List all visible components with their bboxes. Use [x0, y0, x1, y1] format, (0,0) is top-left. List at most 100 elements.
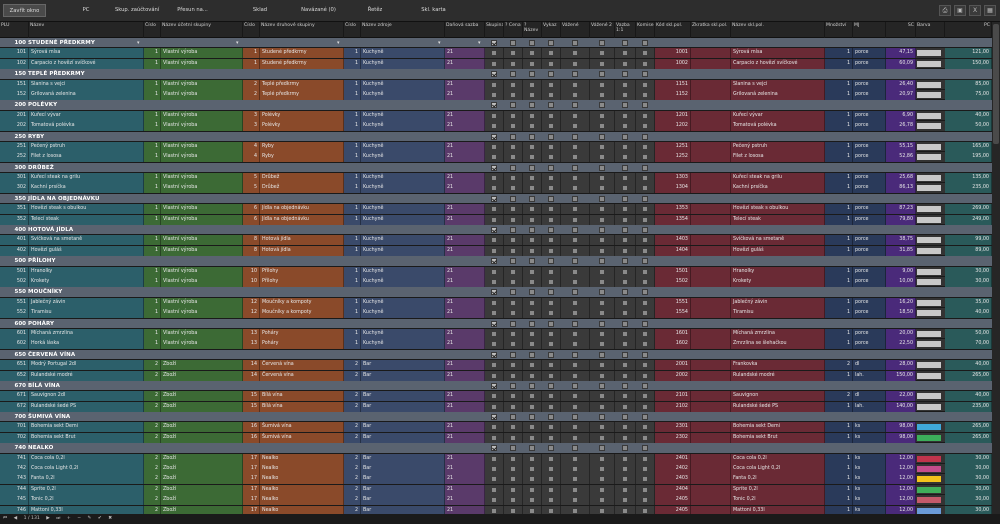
cell-pc[interactable]: 40,00 [945, 391, 992, 402]
cell-druh-no[interactable]: 17 [243, 474, 260, 485]
table-row[interactable]: 652 Rulandské modré 2 Zboží 14 Červená vína 2 B… [0, 370, 992, 381]
flag-checkbox[interactable] [491, 310, 497, 317]
column-header-zdroj-name[interactable]: Název zdroje [361, 22, 445, 38]
flag-checkbox[interactable] [572, 112, 578, 119]
cell-ucet-no[interactable]: 2 [144, 505, 161, 514]
cell-zdroj-no[interactable]: 1 [344, 339, 361, 350]
cell-stock-code[interactable]: 1502 [655, 276, 691, 287]
group-flag-checkbox[interactable] [642, 414, 648, 421]
cell-stock-name[interactable]: Pečený pstruh [731, 141, 825, 152]
cell-pc[interactable]: 269,00 [945, 204, 992, 215]
cell-pc[interactable]: 235,00 [945, 183, 992, 194]
cell-pc[interactable]: 50,00 [945, 121, 992, 132]
cell-druh-name[interactable]: Moučníky a kompoty [260, 297, 344, 308]
flag-checkbox[interactable] [642, 434, 648, 441]
group-row[interactable]: 650 ČERVENÁ VÍNA [0, 349, 992, 361]
group-flag-checkbox[interactable] [491, 445, 497, 452]
cell-zdroj-name[interactable]: Kuchyně [361, 48, 445, 59]
cell-stock-code[interactable]: 2101 [655, 391, 691, 402]
flag-checkbox[interactable] [548, 206, 554, 213]
cell-zdroj-no[interactable]: 2 [344, 453, 361, 464]
cell-ucet-no[interactable]: 1 [144, 328, 161, 339]
flag-checkbox[interactable] [491, 424, 497, 431]
flag-checkbox[interactable] [529, 362, 535, 369]
cell-ucet-name[interactable]: Vlastní výroba [161, 121, 243, 132]
column-header-zdroj-no[interactable]: Číslo [344, 22, 361, 38]
column-header-name[interactable]: Název [29, 22, 144, 38]
flag-checkbox[interactable] [642, 403, 648, 410]
group-row[interactable]: 740 NEALKO [0, 443, 992, 454]
flag-checkbox[interactable] [599, 175, 605, 182]
cell-sc[interactable]: 28,00 [886, 360, 916, 371]
cell-stock-name[interactable]: Grilovaná zelenina [731, 89, 825, 100]
flag-checkbox[interactable] [572, 466, 578, 473]
color-swatch[interactable] [916, 371, 942, 380]
cell-zdroj-no[interactable]: 1 [344, 173, 361, 184]
flag-checkbox[interactable] [529, 330, 535, 337]
cell-plu[interactable]: 151 [0, 79, 29, 90]
cell-zdroj-no[interactable]: 1 [344, 308, 361, 319]
cell-vat[interactable]: 21 [445, 89, 485, 100]
flag-checkbox[interactable] [642, 216, 648, 223]
cell-stock-name[interactable]: Carpacio z hovězí svíčkové [731, 58, 825, 69]
flag-checkbox[interactable] [642, 50, 648, 57]
cell-stock-code[interactable]: 2401 [655, 453, 691, 464]
flag-checkbox[interactable] [572, 455, 578, 462]
table-row[interactable]: 742 Coca cola Light 0,2l 2 Zboží 17 Nealko 2 Ba… [0, 464, 992, 475]
cell-zdroj-no[interactable]: 1 [344, 152, 361, 163]
cell-quantity[interactable]: 1 [825, 505, 853, 514]
cell-stock-name[interactable]: Hranolky [731, 266, 825, 277]
cell-name[interactable]: Svíčková na smetaně [29, 235, 144, 246]
flag-checkbox[interactable] [642, 466, 648, 473]
cell-zdroj-no[interactable]: 1 [344, 266, 361, 277]
flag-checkbox[interactable] [529, 216, 535, 223]
cell-zdroj-name[interactable]: Bar [361, 484, 445, 495]
flag-checkbox[interactable] [572, 247, 578, 254]
group-flag-checkbox[interactable] [622, 382, 628, 389]
flag-checkbox[interactable] [529, 81, 535, 88]
group-flag-checkbox[interactable] [642, 382, 648, 389]
cell-druh-no[interactable]: 5 [243, 183, 260, 194]
cell-unit[interactable]: lah. [853, 401, 886, 412]
flag-checkbox[interactable] [572, 341, 578, 348]
group-flag-checkbox[interactable] [529, 133, 535, 140]
group-flag-checkbox[interactable] [622, 40, 628, 46]
group-flag-checkbox[interactable] [572, 289, 578, 296]
column-header-unit[interactable]: MJ [853, 22, 886, 38]
group-flag-checkbox[interactable] [572, 445, 578, 452]
table-row[interactable]: 701 Bohemia sekt Demi 2 Zboží 16 Šumivá vína 2… [0, 422, 992, 433]
flag-checkbox[interactable] [622, 341, 628, 348]
flag-checkbox[interactable] [599, 424, 605, 431]
group-flag-checkbox[interactable] [510, 445, 516, 452]
column-header-druh-no[interactable]: Číslo [243, 22, 260, 38]
flag-checkbox[interactable] [510, 299, 516, 306]
color-swatch[interactable] [916, 340, 942, 349]
cell-stock-code[interactable]: 1403 [655, 235, 691, 246]
flag-checkbox[interactable] [599, 206, 605, 213]
cell-quantity[interactable]: 1 [825, 110, 853, 121]
cell-zdroj-no[interactable]: 1 [344, 214, 361, 225]
group-flag-checkbox[interactable] [642, 133, 648, 140]
flag-checkbox[interactable] [548, 341, 554, 348]
cell-vat[interactable]: 21 [445, 173, 485, 184]
cell-name[interactable]: Horká láska [29, 339, 144, 350]
flag-checkbox[interactable] [572, 434, 578, 441]
cell-stock-name[interactable]: Kuřecí vývar [731, 110, 825, 121]
cell-druh-no[interactable]: 14 [243, 370, 260, 381]
table-row[interactable]: 744 Sprite 0,2l 2 Zboží 17 Nealko 2 Bar 21 2404 Sp… [0, 484, 992, 496]
cell-pc[interactable]: 121,00 [945, 48, 992, 59]
group-flag-checkbox[interactable] [622, 133, 628, 140]
group-flag-checkbox[interactable] [642, 40, 648, 46]
cell-pc[interactable]: 40,00 [945, 360, 992, 371]
flag-checkbox[interactable] [599, 81, 605, 88]
cell-zdroj-no[interactable]: 1 [344, 297, 361, 308]
group-flag-checkbox[interactable] [548, 195, 554, 202]
flag-checkbox[interactable] [491, 206, 497, 213]
group-flag-checkbox[interactable] [529, 258, 535, 265]
group-flag-checkbox[interactable] [572, 40, 578, 46]
table-row[interactable]: 741 Coca cola 0,2l 2 Zboží 17 Nealko 2 Bar 21 240… [0, 453, 992, 465]
flag-checkbox[interactable] [529, 393, 535, 400]
flag-checkbox[interactable] [599, 123, 605, 130]
print-icon[interactable]: ⎙ [939, 5, 951, 16]
cell-vat[interactable]: 21 [445, 48, 485, 59]
